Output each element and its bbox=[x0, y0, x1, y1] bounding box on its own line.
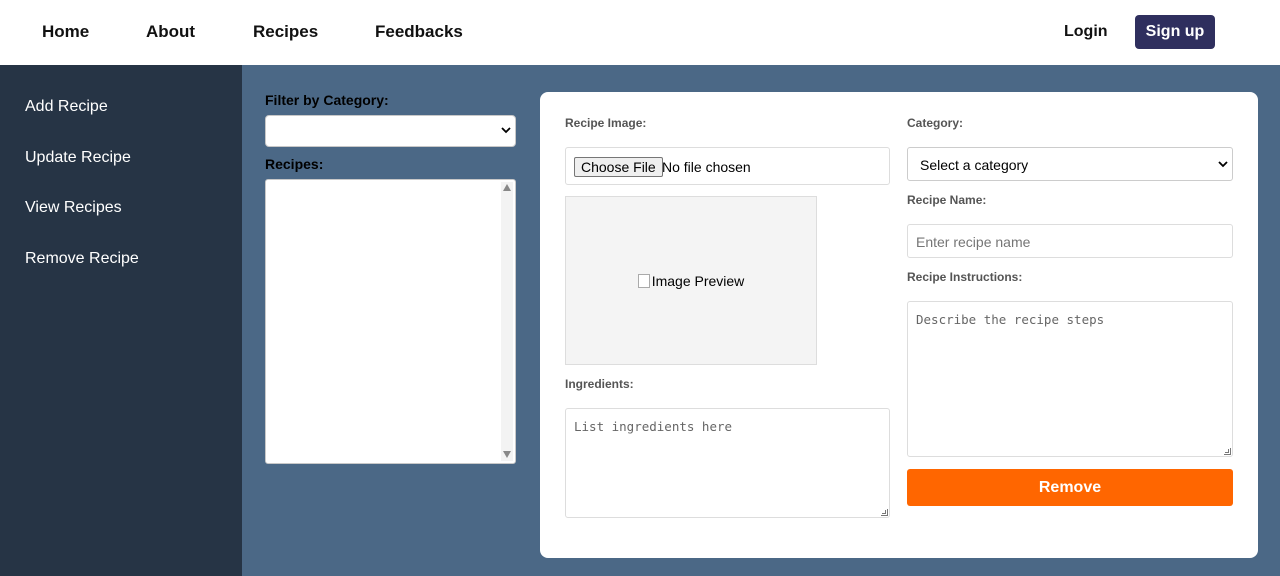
recipe-image-file-input[interactable]: Choose File No file chosen bbox=[565, 147, 890, 185]
recipe-instructions-textarea[interactable]: Describe the recipe steps bbox=[907, 301, 1233, 457]
nav-feedbacks-link[interactable]: Feedbacks bbox=[375, 22, 463, 42]
chevron-down-icon bbox=[1218, 161, 1228, 168]
scroll-up-icon[interactable] bbox=[503, 184, 511, 191]
category-select-value: Select a category bbox=[920, 157, 1029, 173]
image-preview-alt-text: Image Preview bbox=[651, 272, 745, 289]
nav-about-link[interactable]: About bbox=[146, 22, 195, 42]
signup-button[interactable]: Sign up bbox=[1135, 15, 1215, 49]
login-link[interactable]: Login bbox=[1064, 22, 1108, 42]
filter-category-label: Filter by Category: bbox=[265, 92, 389, 108]
recipes-scrollbar[interactable] bbox=[501, 182, 513, 461]
instructions-placeholder: Describe the recipe steps bbox=[916, 312, 1105, 327]
filter-category-select[interactable] bbox=[265, 115, 516, 147]
recipe-instructions-label: Recipe Instructions: bbox=[907, 270, 1023, 284]
image-preview-box: Image Preview bbox=[565, 196, 817, 365]
recipe-name-input[interactable]: Enter recipe name bbox=[907, 224, 1233, 258]
sidebar-item-remove-recipe[interactable]: Remove Recipe bbox=[25, 249, 139, 269]
resize-handle-icon[interactable] bbox=[881, 509, 888, 516]
recipe-image-label: Recipe Image: bbox=[565, 116, 647, 130]
category-select[interactable]: Select a category bbox=[907, 147, 1233, 181]
sidebar-item-update-recipe[interactable]: Update Recipe bbox=[25, 148, 131, 168]
recipe-name-label: Recipe Name: bbox=[907, 193, 987, 207]
resize-handle-icon[interactable] bbox=[1224, 448, 1231, 455]
ingredients-textarea[interactable]: List ingredients here bbox=[565, 408, 890, 518]
top-navbar: Home About Recipes Feedbacks Login Sign … bbox=[0, 0, 1280, 65]
choose-file-button[interactable]: Choose File bbox=[574, 157, 663, 177]
file-status-text: No file chosen bbox=[662, 159, 751, 175]
scroll-down-icon[interactable] bbox=[503, 451, 511, 458]
sidebar: Add Recipe Update Recipe View Recipes Re… bbox=[0, 65, 242, 576]
recipes-list-label: Recipes: bbox=[265, 156, 324, 172]
sidebar-item-view-recipes[interactable]: View Recipes bbox=[25, 198, 122, 218]
category-label: Category: bbox=[907, 116, 964, 130]
chevron-down-icon bbox=[501, 127, 511, 134]
recipe-form-card: Recipe Image: Choose File No file chosen… bbox=[540, 92, 1258, 558]
ingredients-placeholder: List ingredients here bbox=[574, 419, 733, 434]
ingredients-label: Ingredients: bbox=[565, 377, 634, 391]
remove-button[interactable]: Remove bbox=[907, 469, 1233, 506]
sidebar-item-add-recipe[interactable]: Add Recipe bbox=[25, 97, 108, 117]
recipes-listbox[interactable] bbox=[265, 179, 516, 464]
recipe-name-placeholder: Enter recipe name bbox=[916, 234, 1031, 250]
image-preview: Image Preview bbox=[637, 272, 745, 289]
broken-image-icon bbox=[637, 273, 650, 288]
nav-home-link[interactable]: Home bbox=[42, 22, 89, 42]
nav-recipes-link[interactable]: Recipes bbox=[253, 22, 318, 42]
